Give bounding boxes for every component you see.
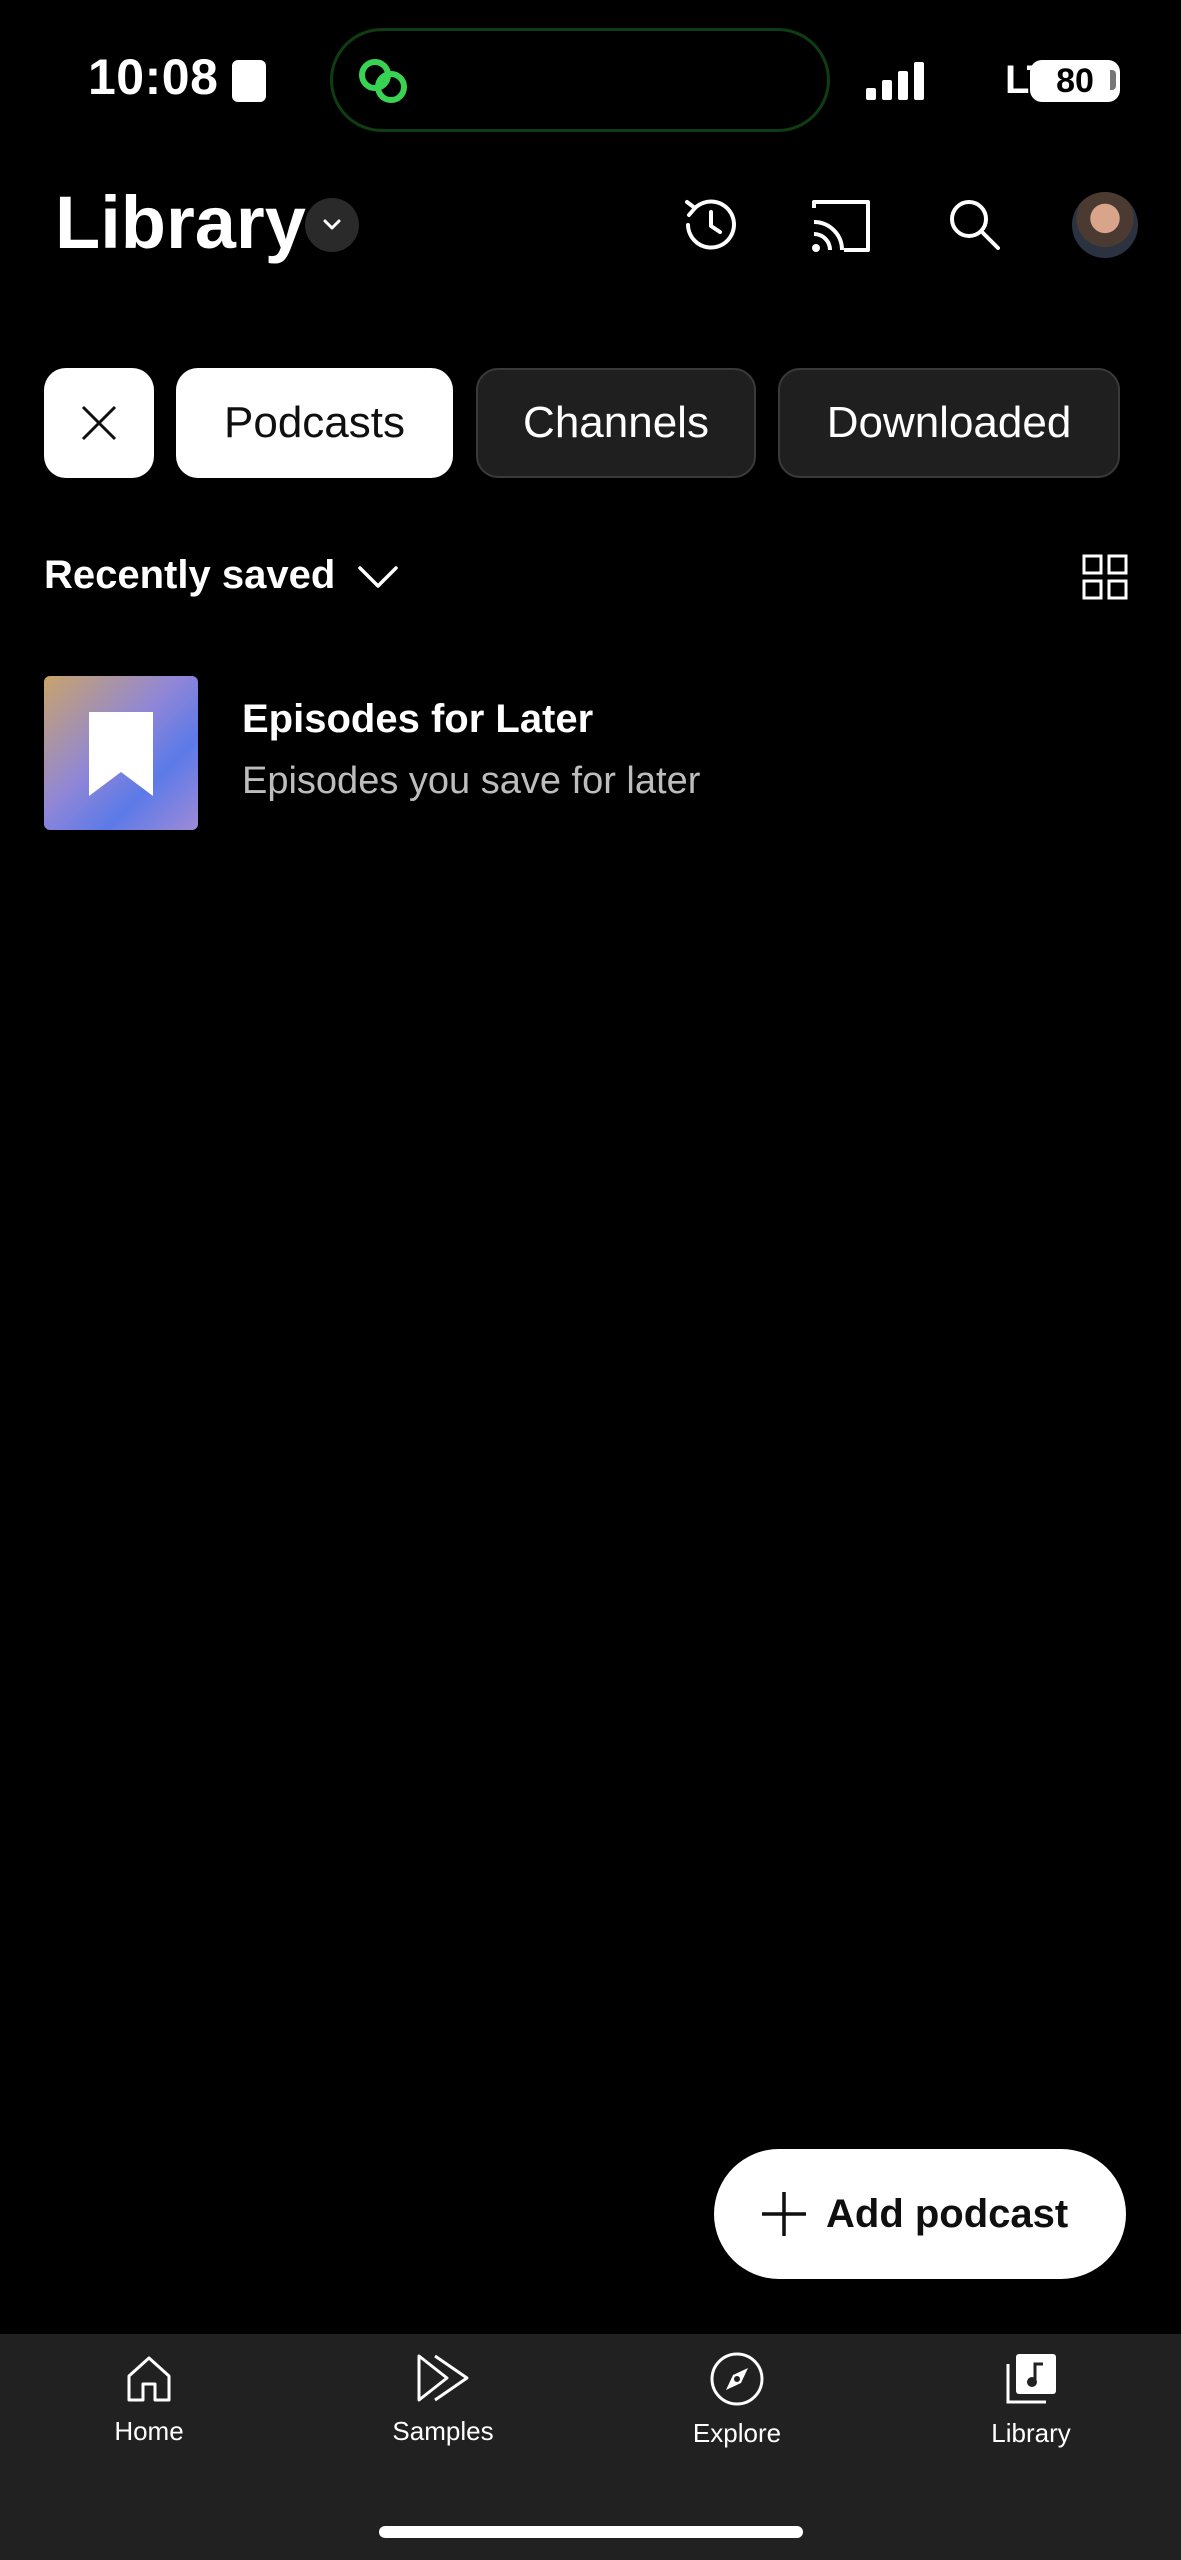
library-dropdown-button[interactable] <box>305 198 359 252</box>
nav-label: Library <box>991 2418 1071 2448</box>
chip-channels[interactable]: Channels <box>476 368 756 478</box>
contact-card-icon <box>232 60 266 102</box>
grid-view-icon[interactable] <box>1082 554 1128 600</box>
plus-icon <box>762 2192 806 2236</box>
battery-nub <box>1110 70 1116 90</box>
nav-label: Home <box>114 2416 184 2446</box>
sort-dropdown[interactable]: Recently saved <box>44 553 335 598</box>
home-indicator[interactable] <box>379 2526 803 2538</box>
link-icon <box>359 59 407 103</box>
nav-library[interactable]: Library <box>931 2350 1131 2460</box>
library-icon <box>1006 2354 1056 2404</box>
add-podcast-label: Add podcast <box>826 2191 1069 2236</box>
nav-label: Samples <box>392 2416 494 2446</box>
history-icon[interactable] <box>676 192 742 258</box>
nav-samples[interactable]: Samples <box>343 2350 543 2460</box>
chevron-down-icon[interactable] <box>356 562 400 592</box>
chip-label: Channels <box>523 398 709 447</box>
chip-label: Podcasts <box>224 398 405 447</box>
battery-indicator: 80 <box>1030 60 1120 102</box>
nav-label: Explore <box>692 2418 782 2448</box>
chip-downloaded[interactable]: Downloaded <box>778 368 1120 478</box>
samples-icon <box>417 2354 469 2402</box>
playlist-thumbnail <box>44 676 198 830</box>
add-podcast-button[interactable]: Add podcast <box>714 2149 1126 2279</box>
page-title: Library <box>55 181 306 264</box>
chevron-down-icon <box>323 219 341 230</box>
avatar[interactable] <box>1072 192 1138 258</box>
dynamic-island <box>330 28 830 132</box>
compass-icon <box>710 2352 764 2406</box>
nav-home[interactable]: Home <box>49 2350 249 2460</box>
cast-icon[interactable] <box>808 196 874 256</box>
list-item-subtitle: Episodes you save for later <box>242 760 701 802</box>
clear-filter-button[interactable] <box>44 368 154 478</box>
bookmark-icon <box>89 712 153 796</box>
cellular-signal-icon <box>866 62 924 100</box>
chip-label: Downloaded <box>826 398 1072 447</box>
search-icon[interactable] <box>944 194 1006 256</box>
status-time: 10:08 <box>88 49 219 105</box>
list-item-title: Episodes for Later <box>242 697 594 741</box>
home-icon <box>127 2356 171 2402</box>
nav-explore[interactable]: Explore <box>637 2350 837 2460</box>
chip-podcasts[interactable]: Podcasts <box>176 368 453 478</box>
close-icon <box>81 405 117 441</box>
